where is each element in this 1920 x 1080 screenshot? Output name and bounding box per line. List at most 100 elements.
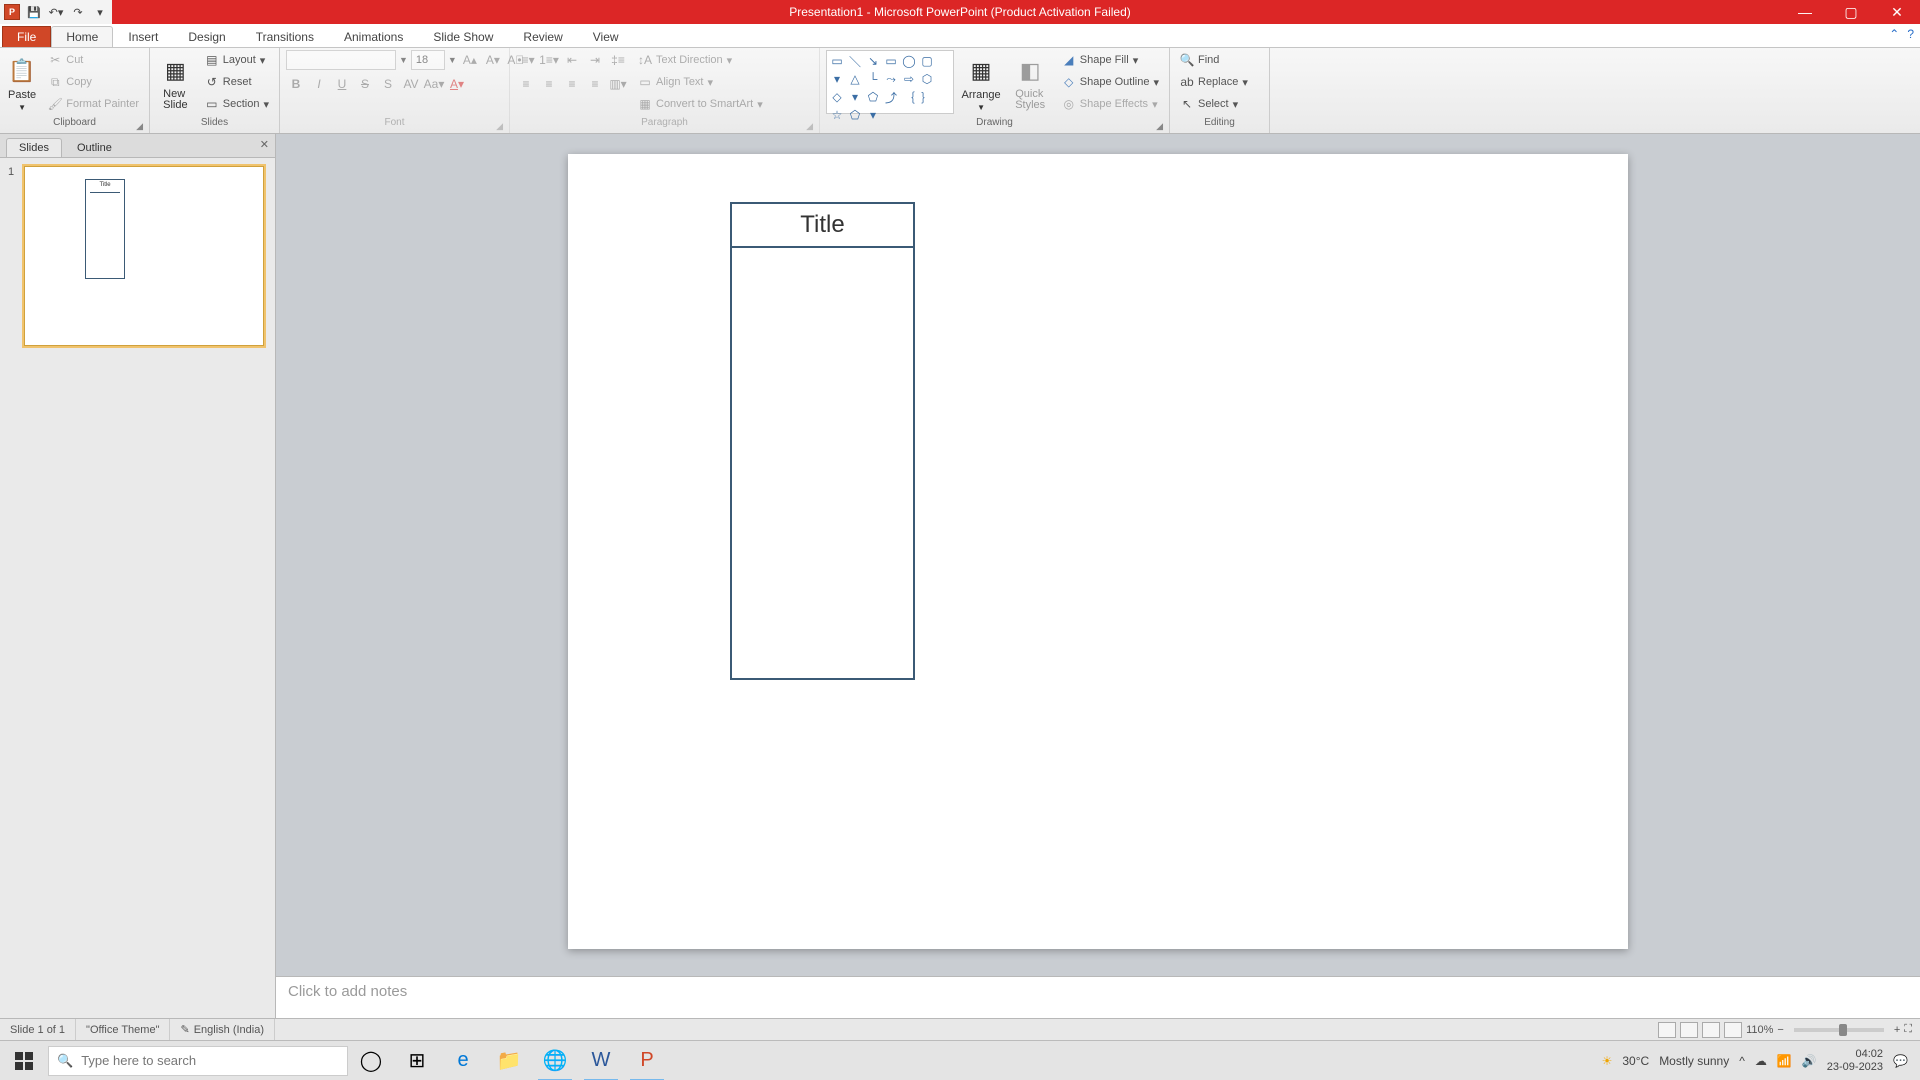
quick-styles-button[interactable]: ◧ Quick Styles xyxy=(1009,50,1052,116)
tab-slideshow[interactable]: Slide Show xyxy=(418,26,508,47)
char-spacing-icon[interactable]: AV xyxy=(401,74,421,94)
close-button[interactable]: ✕ xyxy=(1874,0,1920,24)
align-right-icon[interactable]: ≡ xyxy=(562,74,582,94)
change-case-icon[interactable]: Aa▾ xyxy=(424,74,444,94)
clear-formatting-icon[interactable]: A⃠ xyxy=(506,50,526,70)
zoom-slider[interactable] xyxy=(1794,1028,1884,1032)
sorter-view-button[interactable] xyxy=(1680,1022,1698,1038)
font-family-combo[interactable] xyxy=(286,50,396,70)
new-slide-button[interactable]: ▦ New Slide xyxy=(156,50,195,116)
onedrive-icon[interactable]: ☁ xyxy=(1755,1054,1767,1068)
shape-block-arrow-icon[interactable]: ⇨ xyxy=(901,71,917,87)
zoom-out-button[interactable]: − xyxy=(1777,1024,1783,1036)
normal-view-button[interactable] xyxy=(1658,1022,1676,1038)
panel-tab-outline[interactable]: Outline xyxy=(64,138,125,157)
shadow-icon[interactable]: S xyxy=(378,74,398,94)
slide-canvas[interactable]: Title xyxy=(568,154,1628,949)
panel-tab-slides[interactable]: Slides xyxy=(6,138,62,157)
shape-arrow-icon[interactable]: ↘ xyxy=(865,53,881,69)
bold-icon[interactable]: B xyxy=(286,74,306,94)
zoom-percent[interactable]: 110% xyxy=(1746,1024,1773,1036)
shape-textbox-icon[interactable]: ▭ xyxy=(829,53,845,69)
drawing-launcher-icon[interactable]: ◢ xyxy=(1156,121,1163,132)
cut-button[interactable]: ✂Cut xyxy=(44,50,143,70)
tab-home[interactable]: Home xyxy=(51,26,113,47)
replace-button[interactable]: abReplace ▾ xyxy=(1176,72,1252,92)
shape-fill-button[interactable]: ◢Shape Fill ▾ xyxy=(1058,50,1163,70)
file-explorer-icon[interactable]: 📁 xyxy=(486,1041,532,1080)
italic-icon[interactable]: I xyxy=(309,74,329,94)
tab-review[interactable]: Review xyxy=(508,26,577,47)
text-direction-button[interactable]: ↕AText Direction ▾ xyxy=(634,50,767,70)
table-title-cell[interactable]: Title xyxy=(732,204,913,248)
shape-rectangle-icon[interactable]: ▭ xyxy=(883,53,899,69)
format-painter-button[interactable]: 🖌Format Painter xyxy=(44,94,143,114)
cortana-icon[interactable]: ◯ xyxy=(348,1041,394,1080)
wifi-icon[interactable]: 📶 xyxy=(1777,1054,1792,1068)
justify-icon[interactable]: ≡ xyxy=(585,74,605,94)
copy-button[interactable]: ⧉Copy xyxy=(44,72,143,92)
decrease-indent-icon[interactable]: ⇤ xyxy=(562,50,582,70)
shape-elbow-icon[interactable]: └ xyxy=(865,71,881,87)
convert-smartart-button[interactable]: ▦Convert to SmartArt ▾ xyxy=(634,94,767,114)
status-language[interactable]: ✎English (India) xyxy=(170,1019,275,1040)
thumbnails-area[interactable]: 1 Title xyxy=(0,158,275,1018)
slide-stage[interactable]: Title xyxy=(276,134,1920,976)
paste-button[interactable]: 📋 Paste ▼ xyxy=(6,50,38,116)
clipboard-launcher-icon[interactable]: ◢ xyxy=(136,121,143,132)
edge-icon[interactable]: e xyxy=(440,1041,486,1080)
tab-file[interactable]: File xyxy=(2,26,51,47)
section-button[interactable]: ▭Section ▾ xyxy=(201,94,273,114)
shape-curve-icon[interactable]: ⤳ xyxy=(883,71,899,87)
shape-flowchart-icon[interactable]: ⬠ xyxy=(865,89,881,105)
notes-pane[interactable]: Click to add notes xyxy=(276,976,1920,1018)
ribbon-minimize-icon[interactable]: ⌃ xyxy=(1889,27,1899,41)
shape-callout-icon[interactable]: ◇ xyxy=(829,89,845,105)
taskbar-clock[interactable]: 04:02 23-09-2023 xyxy=(1827,1048,1883,1072)
align-left-icon[interactable]: ≡ xyxy=(516,74,536,94)
grow-font-icon[interactable]: A▴ xyxy=(460,50,480,70)
numbering-icon[interactable]: 1≡▾ xyxy=(539,50,559,70)
chrome-icon[interactable]: 🌐 xyxy=(532,1041,578,1080)
task-view-icon[interactable]: ⊞ xyxy=(394,1041,440,1080)
tab-design[interactable]: Design xyxy=(173,26,240,47)
undo-icon[interactable]: ↶▾ xyxy=(48,4,64,20)
save-icon[interactable]: 💾 xyxy=(26,4,42,20)
font-launcher-icon[interactable]: ◢ xyxy=(496,121,503,132)
taskbar-search[interactable]: 🔍 Type here to search xyxy=(48,1046,348,1076)
layout-button[interactable]: ▤Layout ▾ xyxy=(201,50,273,70)
weather-icon[interactable]: ☀ xyxy=(1602,1054,1613,1068)
shape-outline-button[interactable]: ◇Shape Outline ▾ xyxy=(1058,72,1163,92)
shape-line-icon[interactable]: ＼ xyxy=(847,53,863,69)
shape-triangle-icon[interactable]: △ xyxy=(847,71,863,87)
shape-more1-icon[interactable]: ▾ xyxy=(829,71,845,87)
shape-brace2-icon[interactable]: ｝ xyxy=(919,89,935,105)
status-slide-position[interactable]: Slide 1 of 1 xyxy=(0,1019,76,1040)
align-center-icon[interactable]: ≡ xyxy=(539,74,559,94)
start-button[interactable] xyxy=(0,1041,48,1080)
maximize-button[interactable]: ▢ xyxy=(1828,0,1874,24)
slideshow-view-button[interactable] xyxy=(1724,1022,1742,1038)
tray-overflow-icon[interactable]: ^ xyxy=(1739,1054,1745,1068)
status-theme[interactable]: "Office Theme" xyxy=(76,1019,170,1040)
font-size-combo[interactable]: 18 xyxy=(411,50,445,70)
tab-transitions[interactable]: Transitions xyxy=(241,26,329,47)
tab-insert[interactable]: Insert xyxy=(113,26,173,47)
line-spacing-icon[interactable]: ‡≡ xyxy=(608,50,628,70)
font-color-icon[interactable]: A▾ xyxy=(447,74,467,94)
find-button[interactable]: 🔍Find xyxy=(1176,50,1252,70)
shapes-gallery[interactable]: ▭ ＼ ↘ ▭ ◯ ▢ ▾ △ └ ⤳ ⇨ ⬡ ◇ ▾ ⬠ ⤴ ｛ ｝ ☆ ⬠ xyxy=(826,50,954,114)
columns-icon[interactable]: ▥▾ xyxy=(608,74,628,94)
slide-thumbnail-1[interactable]: Title xyxy=(24,166,264,346)
notifications-icon[interactable]: 💬 xyxy=(1893,1054,1908,1068)
strikethrough-icon[interactable]: S xyxy=(355,74,375,94)
shape-connector-icon[interactable]: ⤴ xyxy=(883,89,899,105)
increase-indent-icon[interactable]: ⇥ xyxy=(585,50,605,70)
panel-close-icon[interactable]: ✕ xyxy=(260,138,269,151)
weather-temp[interactable]: 30°C xyxy=(1622,1054,1649,1068)
tab-animations[interactable]: Animations xyxy=(329,26,418,47)
shape-rounded-rect-icon[interactable]: ▢ xyxy=(919,53,935,69)
minimize-button[interactable]: — xyxy=(1782,0,1828,24)
fit-to-window-button[interactable]: ⛶ xyxy=(1904,1023,1912,1036)
volume-icon[interactable]: 🔊 xyxy=(1802,1054,1817,1068)
